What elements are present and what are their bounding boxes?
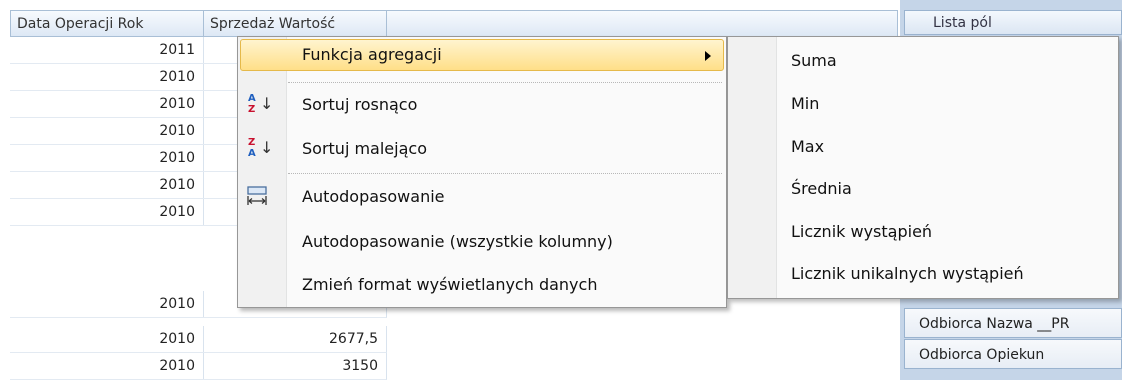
column-header-sales-value[interactable]: Sprzedaż Wartość [203,10,387,37]
submenu-arrow-icon [705,51,711,61]
submenu-item-count[interactable]: Licznik wystąpień [791,211,932,253]
year-cell[interactable]: 2010 [10,291,204,318]
field-item[interactable]: Odbiorca Opiekun [904,339,1122,369]
submenu-item-average[interactable]: Średnia [791,168,852,210]
menu-item-sort-descending[interactable]: Z A ↓ Sortuj malejąco [240,133,724,165]
sort-ascending-icon: A Z ↓ [248,93,274,115]
year-cell[interactable]: 2011 [10,37,204,64]
year-cell[interactable]: 2010 [10,64,204,91]
menu-item-label: Autodopasowanie [302,187,445,206]
field-list-title: Lista pól [904,10,1122,35]
menu-item-label: Sortuj rosnąco [302,95,418,114]
column-header-empty [386,10,898,37]
menu-item-autofit[interactable]: Autodopasowanie [240,181,724,213]
year-cell[interactable]: 2010 [10,353,204,380]
menu-item-label: Zmień format wyświetlanych danych [302,275,598,294]
year-cell[interactable]: 2010 [10,145,204,172]
menu-item-aggregate-function[interactable]: Funkcja agregacji [240,39,724,71]
menu-item-change-format[interactable]: Zmień format wyświetlanych danych [240,269,724,301]
year-cell[interactable]: 2010 [10,199,204,226]
column-context-menu: Funkcja agregacji A Z ↓ Sortuj rosnąco Z… [237,36,727,308]
value-cell[interactable]: 2677,5 [203,326,387,353]
menu-item-autofit-all-columns[interactable]: Autodopasowanie (wszystkie kolumny) [240,226,724,258]
menu-item-label: Sortuj malejąco [302,139,427,158]
menu-item-label: Autodopasowanie (wszystkie kolumny) [302,232,613,251]
year-cell[interactable]: 2010 [10,326,204,353]
menu-item-sort-ascending[interactable]: A Z ↓ Sortuj rosnąco [240,89,724,121]
field-item[interactable]: Odbiorca Nazwa __PR [904,308,1122,338]
year-cell[interactable]: 2010 [10,91,204,118]
value-cell[interactable]: 3150 [203,353,387,380]
table-row[interactable]: 2010 2677,5 [10,326,387,353]
submenu-icon-gutter [728,37,777,298]
submenu-item-min[interactable]: Min [791,83,819,125]
year-cell[interactable]: 2010 [10,118,204,145]
year-cell[interactable]: 2010 [10,172,204,199]
menu-separator [288,82,722,83]
submenu-item-max[interactable]: Max [791,126,824,168]
sort-descending-icon: Z A ↓ [248,137,274,159]
aggregate-function-submenu: Suma Min Max Średnia Licznik wystąpień L… [727,36,1119,299]
submenu-item-sum[interactable]: Suma [791,40,837,82]
menu-item-label: Funkcja agregacji [302,45,442,64]
submenu-item-distinct-count[interactable]: Licznik unikalnych wystąpień [791,253,1024,295]
table-row[interactable]: 2010 3150 [10,353,387,380]
column-header-year[interactable]: Data Operacji Rok [10,10,204,37]
menu-separator [288,173,722,174]
menu-icon-gutter [238,37,287,307]
autofit-column-icon [246,185,272,209]
